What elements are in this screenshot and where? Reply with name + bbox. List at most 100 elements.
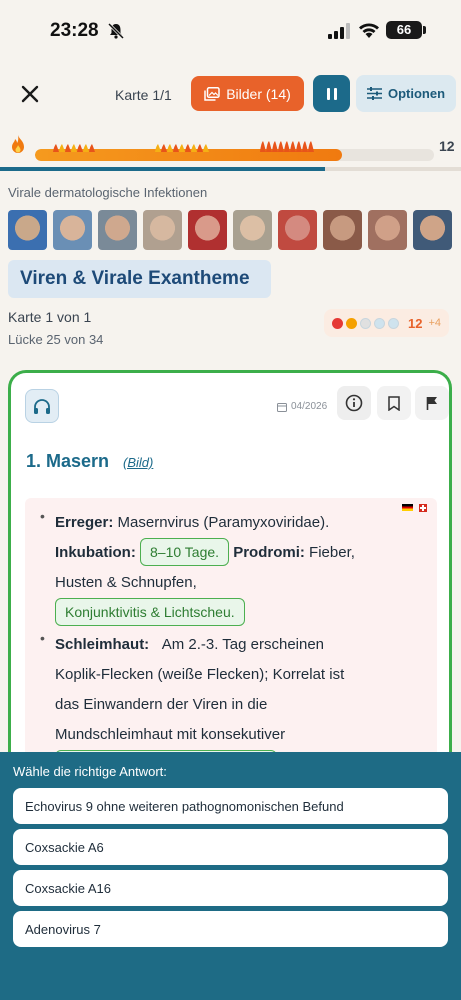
battery-indicator: 66: [386, 21, 422, 39]
flame-mark: [76, 144, 83, 152]
image-thumbnail[interactable]: [368, 210, 407, 250]
bullet-marker: •: [40, 630, 45, 646]
entry-title: 1. Masern: [26, 451, 110, 471]
level-dot: [388, 317, 399, 329]
flame-mark: [277, 141, 284, 152]
options-button[interactable]: Optionen: [356, 75, 456, 112]
category-label: Virale dermatologische Infektionen: [8, 185, 208, 200]
bell-muted-icon: [107, 22, 125, 40]
answer-option-3[interactable]: Coxsackie A16: [13, 870, 448, 906]
card-of-label: Karte 1 von 1: [8, 309, 92, 325]
cloze-prodromi[interactable]: Konjunktivitis & Lichtscheu.: [55, 598, 245, 626]
flame-mark: [301, 141, 308, 152]
gallery-icon: [204, 86, 220, 101]
image-thumbnail[interactable]: [53, 210, 92, 250]
audio-button[interactable]: [25, 389, 59, 423]
battery-tip: [423, 26, 426, 34]
answer-option-2[interactable]: Coxsackie A6: [13, 829, 448, 865]
image-thumbnail[interactable]: [188, 210, 227, 250]
flame-mark: [283, 141, 290, 152]
flame-mark: [154, 144, 161, 152]
pause-bar-left: [326, 87, 330, 100]
image-thumbnail[interactable]: [233, 210, 272, 250]
image-thumbnail[interactable]: [8, 210, 47, 250]
level-number: 12: [408, 315, 423, 331]
prodromi-label: Prodromi:: [233, 544, 305, 561]
flame-mark: [166, 144, 173, 152]
card-date-text: 04/2026: [291, 401, 328, 412]
flame-mark: [196, 144, 203, 152]
schleimhaut-label: Schleimhaut:: [55, 636, 150, 653]
schleimhaut-line-2: Koplik-Flecken (weiße Flecken); Korrelat…: [55, 666, 345, 683]
headphones-icon: [34, 399, 50, 414]
flame-mark: [265, 141, 272, 152]
images-button[interactable]: Bilder (14): [191, 76, 304, 111]
image-thumbnail[interactable]: [323, 210, 362, 250]
calendar-icon: [277, 402, 287, 412]
pause-bar-right: [333, 87, 337, 100]
sliders-icon: [366, 87, 382, 100]
images-button-label: Bilder (14): [226, 85, 291, 102]
erreger-label: Erreger:: [55, 514, 114, 531]
flame-mark: [307, 141, 314, 152]
bullet-schleimhaut: Schleimhaut: Am 2.-3. Tag erscheinen Kop…: [55, 630, 425, 770]
report-button[interactable]: [415, 386, 449, 420]
progress-flames: [52, 141, 314, 152]
wifi-icon: [359, 23, 379, 38]
image-thumbnail[interactable]: [278, 210, 317, 250]
schleimhaut-line-3: das Einwandern der Viren in die: [55, 696, 268, 713]
erreger-text: Masernvirus (Paramyxoviridae).: [117, 514, 330, 531]
streak-count: 12: [439, 138, 455, 154]
info-icon: [345, 394, 363, 412]
level-plus: +4: [428, 317, 442, 329]
answer-panel: Wähle die richtige Antwort: Echovirus 9 …: [0, 752, 461, 1000]
flame-mark: [295, 141, 302, 152]
level-dot: [360, 317, 371, 329]
schleimhaut-line-4: Mundschleimhaut mit konsekutiver: [55, 726, 286, 743]
answer-prompt: Wähle die richtige Antwort:: [13, 764, 167, 779]
answer-option-1[interactable]: Echovirus 9 ohne weiteren pathognomonisc…: [13, 788, 448, 824]
status-bar: 23:28 66: [0, 0, 461, 62]
bullet-erreger: Erreger: Masernvirus (Paramyxoviridae). …: [55, 508, 425, 628]
cellular-signal-icon: [328, 23, 350, 39]
cloze-inkubation[interactable]: 8–10 Tage.: [140, 538, 230, 566]
level-dot: [374, 317, 385, 329]
level-dot: [346, 317, 357, 329]
prodromi-text: Fieber,: [309, 544, 355, 561]
flame-mark: [52, 144, 59, 152]
flame-mark: [202, 144, 209, 152]
session-progress-line: [0, 167, 325, 171]
status-time: 23:28: [50, 20, 99, 41]
level-indicator: 12 +4: [324, 309, 449, 337]
flame-mark: [172, 144, 179, 152]
flame-mark: [190, 144, 197, 152]
image-thumbnail[interactable]: [143, 210, 182, 250]
answer-option-4[interactable]: Adenovirus 7: [13, 911, 448, 947]
close-icon[interactable]: [16, 80, 44, 108]
bookmark-icon: [388, 395, 400, 411]
pause-button[interactable]: [313, 75, 350, 112]
flame-mark: [178, 144, 185, 152]
card-counter: Karte 1/1: [115, 87, 172, 103]
flame-mark: [271, 141, 278, 152]
fire-icon: [12, 135, 24, 153]
level-dot: [332, 317, 343, 329]
flame-mark: [88, 144, 95, 152]
gap-of-label: Lücke 25 von 34: [8, 332, 104, 347]
image-thumbnail[interactable]: [98, 210, 137, 250]
topic-title: Viren & Virale Exantheme: [8, 260, 271, 298]
flame-mark: [160, 144, 167, 152]
card-date: 04/2026: [277, 401, 327, 412]
image-link[interactable]: (Bild): [123, 455, 153, 470]
note-content: • Erreger: Masernvirus (Paramyxoviridae)…: [25, 498, 437, 770]
schleimhaut-line-1: Am 2.-3. Tag erscheinen: [161, 636, 325, 653]
flag-icon: [426, 397, 437, 410]
bullet-marker: •: [40, 508, 45, 524]
bookmark-button[interactable]: [377, 386, 411, 420]
info-button[interactable]: [337, 386, 371, 420]
flame-mark: [82, 144, 89, 152]
flame-mark: [70, 144, 77, 152]
image-thumbnail[interactable]: [413, 210, 452, 250]
flashcard: 04/2026 1. Masern (Bild) • Erreger: Mase…: [8, 370, 452, 770]
flame-mark: [259, 141, 266, 152]
